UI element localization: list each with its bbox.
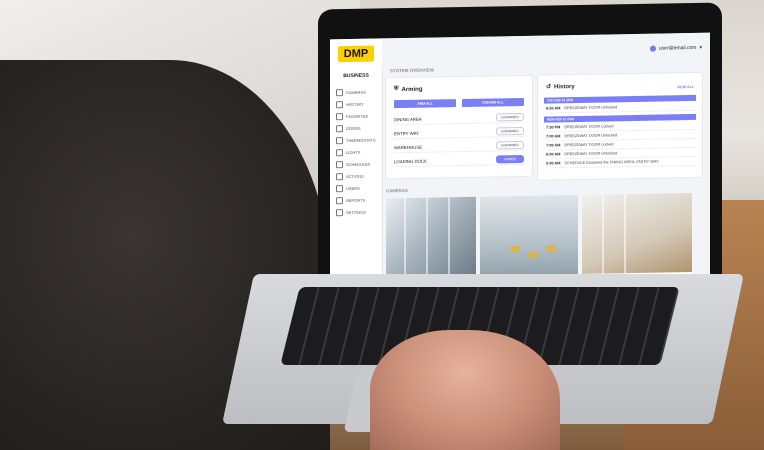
door-frame bbox=[448, 197, 450, 277]
sidebar-item-schedules[interactable]: SCHEDULES bbox=[336, 161, 370, 169]
sidebar-item-history[interactable]: HISTORY bbox=[336, 101, 364, 109]
sidebar-item-label: USERS bbox=[346, 185, 360, 192]
sidebar-item-label: FAVORITES bbox=[346, 113, 369, 120]
history-row: 5:00 AM SCHEDULE Disarmed the DINING AREA… bbox=[546, 156, 696, 169]
area-row: ENTRY WAY DISARMED bbox=[394, 125, 524, 140]
area-name: DINING AREA bbox=[394, 116, 422, 122]
area-row: DINING AREA DISARMED bbox=[394, 111, 524, 126]
sidebar-item-label: HISTORY bbox=[346, 101, 364, 108]
top-bar: user@email.com ▾ bbox=[382, 32, 710, 67]
sidebar-item-label: THERMOSTATS bbox=[346, 137, 376, 144]
history-row: 6:50 AM BREEZEWAY DOOR Unlocked bbox=[546, 101, 696, 114]
sidebar: DMP BUSINESS CAMERAS HISTORY FAVORITES D… bbox=[330, 38, 383, 308]
history-title: ↺ History bbox=[546, 83, 575, 91]
arm-toggle[interactable]: DISARMED bbox=[496, 140, 524, 150]
history-title-text: History bbox=[554, 83, 575, 90]
camera-tile-lobby[interactable]: Lobby bbox=[480, 194, 578, 285]
history-card: ↺ History VIEW ALL TUE FEB 13 2018 6:50 A… bbox=[538, 72, 702, 180]
star-icon bbox=[336, 113, 343, 121]
event-time: 6:00 AM bbox=[546, 152, 561, 157]
cameras-label: CAMERAS bbox=[386, 187, 408, 194]
sidebar-item-lights[interactable]: LIGHTS bbox=[336, 149, 361, 157]
business-label: BUSINESS bbox=[343, 72, 369, 80]
dmp-logo: DMP bbox=[338, 45, 374, 63]
chevron-down-icon: ▾ bbox=[699, 44, 702, 51]
user-menu[interactable]: user@email.com ▾ bbox=[649, 44, 702, 52]
lobby-chair bbox=[528, 251, 538, 258]
sidebar-item-label: DOORS bbox=[346, 125, 361, 132]
arming-title: ⛨ Arming bbox=[394, 86, 423, 93]
door-icon bbox=[336, 125, 343, 133]
sidebar-item-label: CAMERAS bbox=[346, 89, 366, 96]
arming-title-text: Arming bbox=[401, 86, 423, 93]
lobby-chair bbox=[546, 245, 556, 252]
sidebar-item-label: SETTINGS bbox=[346, 209, 367, 216]
arm-toggle[interactable]: DISARMED bbox=[496, 126, 524, 136]
event-time: 7:30 PM bbox=[546, 125, 561, 130]
history-icon bbox=[336, 101, 343, 109]
sidebar-item-favorites[interactable]: FAVORITES bbox=[336, 113, 368, 121]
event-text: SCHEDULE Disarmed the DINING AREA, ENTRY… bbox=[564, 159, 659, 166]
thermostat-icon bbox=[336, 137, 343, 145]
arm-all-button[interactable]: ARM ALL bbox=[394, 99, 456, 109]
sidebar-item-label: REPORTS bbox=[346, 197, 366, 204]
sidebar-item-label: SCHEDULES bbox=[346, 161, 371, 168]
sidebar-item-label: LIGHTS bbox=[346, 149, 361, 156]
camera-tile-conference-room[interactable]: Conference Room bbox=[582, 192, 692, 283]
gear-icon bbox=[336, 209, 343, 217]
window-frame bbox=[624, 194, 626, 274]
calendar-icon bbox=[336, 161, 343, 169]
sidebar-item-thermostats[interactable]: THERMOSTATS bbox=[336, 137, 376, 145]
arm-toggle[interactable]: ARMED bbox=[496, 154, 524, 164]
area-name: WAREHOUSE bbox=[394, 144, 423, 150]
area-row: LOADING DOCK ARMED bbox=[394, 153, 524, 168]
event-time: 7:00 AM bbox=[546, 143, 561, 148]
event-time: 5:00 AM bbox=[546, 161, 561, 166]
view-all-link[interactable]: VIEW ALL bbox=[677, 85, 694, 89]
arm-toggle[interactable]: DISARMED bbox=[496, 112, 524, 122]
event-text: BREEZEWAY DOOR Unlocked bbox=[564, 105, 618, 111]
history-icon: ↺ bbox=[546, 84, 552, 91]
window-frame bbox=[602, 194, 604, 274]
event-text: BREEZEWAY DOOR Unlocked bbox=[564, 151, 618, 157]
lobby-chair bbox=[510, 246, 520, 253]
reports-icon bbox=[336, 197, 343, 205]
sidebar-item-label: ACTIONS bbox=[346, 173, 364, 180]
avatar bbox=[649, 45, 656, 52]
event-time: 6:50 AM bbox=[546, 106, 561, 111]
laptop-screen: DMP BUSINESS CAMERAS HISTORY FAVORITES D… bbox=[330, 32, 710, 308]
camera-icon bbox=[336, 89, 343, 97]
section-title: SYSTEM OVERVIEW bbox=[390, 67, 434, 74]
sidebar-item-cameras[interactable]: CAMERAS bbox=[336, 89, 366, 97]
event-text: BREEZEWAY DOOR Locked bbox=[564, 142, 614, 148]
sidebar-item-doors[interactable]: DOORS bbox=[336, 125, 361, 133]
arming-card: ⛨ Arming ARM ALL DISARM ALL DINING AREA DI… bbox=[386, 75, 532, 179]
sidebar-item-settings[interactable]: SETTINGS bbox=[336, 209, 366, 217]
area-name: LOADING DOCK bbox=[394, 158, 427, 164]
actions-icon bbox=[336, 173, 343, 181]
typing-hand bbox=[370, 330, 560, 450]
door-frame bbox=[404, 197, 406, 278]
event-text: BREEZEWAY DOOR Unlocked bbox=[564, 133, 618, 139]
camera-tile-front-door[interactable]: Front Door bbox=[386, 196, 476, 287]
shield-icon: ⛨ bbox=[394, 86, 399, 93]
sidebar-item-actions[interactable]: ACTIONS bbox=[336, 173, 364, 181]
event-text: BREEZEWAY DOOR Locked bbox=[564, 124, 614, 130]
event-time: 7:00 AM bbox=[546, 134, 561, 139]
door-frame bbox=[426, 197, 428, 277]
sidebar-item-reports[interactable]: REPORTS bbox=[336, 197, 365, 205]
users-icon bbox=[336, 185, 343, 193]
user-email: user@email.com bbox=[658, 44, 697, 52]
area-name: ENTRY WAY bbox=[394, 130, 419, 136]
light-icon bbox=[336, 149, 343, 157]
sidebar-item-users[interactable]: USERS bbox=[336, 185, 360, 193]
area-row: WAREHOUSE DISARMED bbox=[394, 139, 524, 154]
disarm-all-button[interactable]: DISARM ALL bbox=[462, 97, 524, 108]
